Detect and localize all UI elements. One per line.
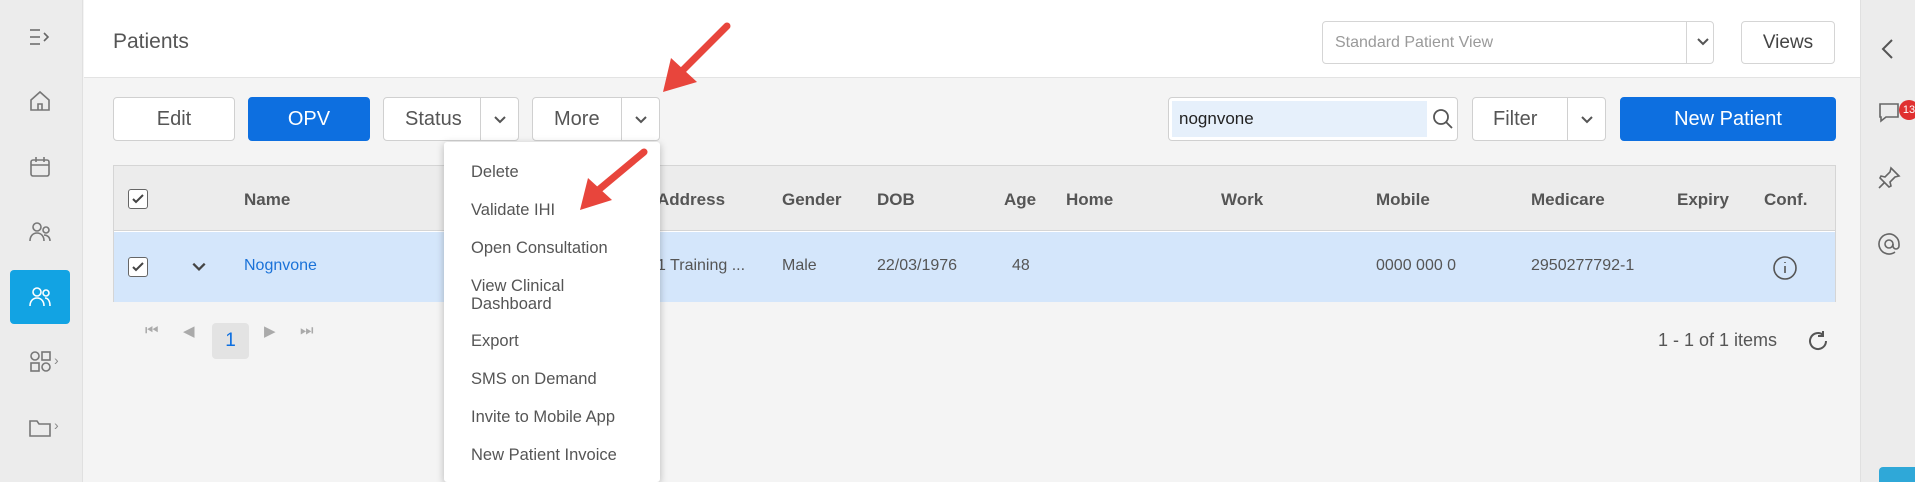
annotation-arrow — [663, 22, 731, 92]
at-mention-icon[interactable] — [1873, 228, 1905, 260]
patient-name-link[interactable]: Nognvone — [244, 257, 317, 275]
select-all-checkbox[interactable] — [128, 189, 148, 209]
items-count: 1 - 1 of 1 items — [1658, 330, 1778, 350]
view-select-value: Standard Patient View — [1335, 34, 1494, 51]
column-header[interactable]: Work — [1221, 190, 1263, 210]
views-button[interactable]: Views — [1741, 21, 1835, 64]
pin-icon[interactable] — [1873, 162, 1905, 194]
chevron-down-icon[interactable] — [1691, 34, 1715, 53]
cell-medicare: 2950277792-1 — [1531, 257, 1635, 274]
refresh-icon[interactable] — [1806, 329, 1830, 358]
annotation-arrow — [580, 148, 648, 210]
search-input[interactable]: nognvone — [1172, 101, 1427, 137]
page-number[interactable]: 1 — [212, 323, 249, 359]
column-header[interactable]: Home — [1066, 190, 1113, 210]
table-header: Name Address Gender DOB Age Home Work Mo… — [114, 166, 1835, 231]
cell-mobile: 0000 000 0 — [1376, 257, 1457, 274]
next-page-icon[interactable]: ▶ — [264, 322, 276, 340]
menu-item-sms-on-demand[interactable]: SMS on Demand — [471, 370, 597, 388]
more-label: More — [554, 108, 600, 130]
menu-item-view-clinical-dashboard[interactable]: View Clinical Dashboard — [471, 277, 621, 313]
menu-item-validate-ihi[interactable]: Validate IHI — [471, 201, 555, 219]
status-label: Status — [405, 108, 462, 130]
users-group-icon[interactable] — [10, 205, 70, 259]
right-rail: 13 — [1860, 0, 1915, 482]
search-icon[interactable] — [1431, 107, 1455, 136]
column-header[interactable]: Gender — [782, 190, 842, 210]
patients-icon[interactable] — [10, 270, 70, 324]
search-field[interactable]: nognvone — [1168, 97, 1458, 141]
calendar-icon[interactable] — [10, 140, 70, 194]
folder-icon[interactable] — [10, 400, 70, 454]
collapse-panel-icon[interactable] — [1873, 33, 1905, 65]
column-header[interactable]: Medicare — [1531, 190, 1605, 210]
divider — [1686, 22, 1687, 63]
cell-age: 48 — [1012, 257, 1030, 274]
column-header[interactable]: Conf. — [1764, 190, 1807, 210]
home-icon[interactable] — [10, 74, 70, 128]
menu-item-invite-mobile-app[interactable]: Invite to Mobile App — [471, 408, 615, 426]
column-header[interactable]: Address — [657, 190, 725, 210]
collapse-menu-icon[interactable] — [10, 10, 70, 64]
menu-item-open-consultation[interactable]: Open Consultation — [471, 239, 608, 257]
column-header[interactable]: DOB — [877, 190, 915, 210]
prev-page-icon[interactable]: ◀ — [183, 322, 195, 340]
chat-icon[interactable]: 13 — [1873, 96, 1915, 128]
column-header[interactable]: Expiry — [1677, 190, 1729, 210]
chevron-right-icon: › — [54, 352, 59, 368]
patients-table: Name Address Gender DOB Age Home Work Mo… — [113, 165, 1836, 302]
menu-item-delete[interactable]: Delete — [471, 163, 519, 181]
cell-dob: 22/03/1976 — [877, 257, 958, 274]
page-title: Patients — [113, 30, 189, 53]
cell-address: 1 Training ... — [657, 257, 746, 274]
more-button[interactable]: More — [532, 97, 660, 141]
first-page-icon[interactable]: ⏮ — [145, 322, 159, 339]
chevron-down-icon[interactable] — [480, 98, 518, 140]
cell-gender: Male — [782, 257, 817, 274]
expand-row-icon[interactable] — [191, 258, 207, 279]
page-header: Patients Standard Patient View Views — [84, 0, 1860, 78]
opv-button[interactable]: OPV — [248, 97, 370, 141]
edit-button[interactable]: Edit — [113, 97, 235, 141]
column-header[interactable]: Age — [1004, 190, 1036, 210]
help-tab[interactable] — [1879, 467, 1915, 482]
last-page-icon[interactable]: ⏭ — [300, 322, 314, 339]
filter-label: Filter — [1493, 108, 1538, 130]
notification-badge: 13 — [1899, 100, 1915, 120]
view-select[interactable]: Standard Patient View — [1322, 21, 1714, 64]
apps-icon[interactable] — [10, 334, 70, 388]
status-button[interactable]: Status — [383, 97, 519, 141]
left-nav: › › — [0, 0, 83, 482]
row-checkbox[interactable] — [128, 257, 148, 277]
new-patient-button[interactable]: New Patient — [1620, 97, 1836, 141]
menu-item-new-patient-invoice[interactable]: New Patient Invoice — [471, 446, 617, 464]
column-header[interactable]: Name — [244, 190, 290, 210]
chevron-right-icon: › — [54, 417, 59, 433]
menu-item-export[interactable]: Export — [471, 332, 519, 350]
info-icon[interactable] — [1772, 255, 1798, 286]
chevron-down-icon[interactable] — [621, 98, 659, 140]
column-header[interactable]: Mobile — [1376, 190, 1430, 210]
filter-button[interactable]: Filter — [1472, 97, 1606, 141]
chevron-down-icon[interactable] — [1567, 98, 1605, 140]
